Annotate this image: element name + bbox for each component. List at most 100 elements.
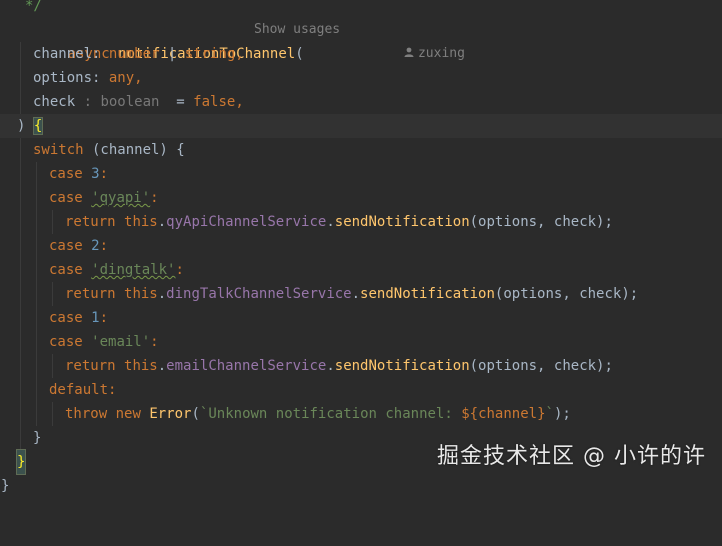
indent-guide	[20, 330, 21, 354]
code-line[interactable]: return this.emailChannelService.sendNoti…	[0, 354, 722, 378]
method-call[interactable]: sendNotification	[335, 358, 470, 374]
colon: :	[92, 70, 109, 86]
service-property[interactable]: qyApiChannelService	[166, 214, 326, 230]
code-line[interactable]: }	[0, 474, 722, 498]
indent-guide	[20, 162, 21, 186]
watermark: 掘金技术社区 @ 小许的许	[437, 444, 706, 469]
indent-guide	[36, 306, 37, 330]
param-check: check : boolean = false,	[33, 90, 244, 114]
indent-guide	[36, 354, 37, 378]
comma: ,	[134, 70, 143, 86]
default-keyword: default	[49, 382, 109, 398]
case-string: 'qyapi'	[91, 190, 151, 206]
code-line[interactable]: case 1:	[0, 306, 722, 330]
service-property[interactable]: dingTalkChannelService	[166, 286, 351, 302]
dot: .	[157, 286, 167, 302]
return-dingtalk: return this.dingTalkChannelService.sendN…	[65, 282, 638, 306]
case-keyword: case	[49, 166, 83, 182]
throw-keyword: throw	[65, 406, 108, 422]
code-line[interactable]: switch (channel) {	[0, 138, 722, 162]
dot: .	[351, 286, 361, 302]
type-string: string	[184, 46, 236, 62]
call-args: (options, check);	[494, 286, 639, 302]
code-line[interactable]: case 'dingtalk':	[0, 258, 722, 282]
switch-expr: (channel) {	[83, 142, 185, 158]
service-property[interactable]: emailChannelService	[166, 358, 326, 374]
indent-guide	[36, 282, 37, 306]
this-keyword: this	[124, 286, 158, 302]
case-number: 1	[91, 310, 100, 326]
case-1: case 1:	[49, 306, 108, 330]
dot: .	[326, 214, 335, 230]
code-line[interactable]: case 2:	[0, 234, 722, 258]
param-name: channel	[33, 46, 93, 62]
case-keyword: case	[49, 238, 83, 254]
comma: ,	[235, 46, 244, 62]
indent-guide	[20, 210, 21, 234]
case-string: 'dingtalk'	[91, 262, 176, 278]
code-line[interactable]: throw new Error(`Unknown notification ch…	[0, 402, 722, 426]
case-number: 3	[91, 166, 100, 182]
open-paren: (	[191, 406, 200, 422]
matched-brace-close[interactable]: }	[15, 449, 27, 475]
code-line[interactable]: */	[0, 0, 722, 18]
switch-statement: switch (channel) {	[33, 138, 185, 162]
colon: :	[92, 46, 109, 62]
throw-statement: throw new Error(`Unknown notification ch…	[65, 402, 571, 426]
code-line[interactable]: default:	[0, 378, 722, 402]
code-line[interactable]: case 'qyapi':	[0, 186, 722, 210]
indent-guide	[52, 282, 53, 306]
dot: .	[157, 358, 167, 374]
colon: :	[99, 238, 109, 254]
dot: .	[157, 214, 167, 230]
union-pipe: |	[159, 46, 185, 62]
code-line[interactable]: return this.qyApiChannelService.sendNoti…	[0, 210, 722, 234]
close-paren: );	[553, 406, 571, 422]
indent-guide	[20, 66, 21, 90]
indent-guide	[36, 402, 37, 426]
code-line[interactable]: channel: number | string,	[0, 42, 722, 66]
return-qyapi: return this.qyApiChannelService.sendNoti…	[65, 210, 613, 234]
type-number: number	[108, 46, 160, 62]
colon: :	[150, 334, 159, 350]
colon: :	[150, 190, 159, 206]
template-end: `	[545, 406, 554, 422]
colon: :	[108, 382, 117, 398]
code-line[interactable]: check : boolean = false,	[0, 90, 722, 114]
indent-guide	[20, 402, 21, 426]
indent-guide	[20, 426, 21, 450]
case-keyword: case	[49, 190, 83, 206]
equals: =	[167, 94, 194, 110]
switch-close-brace: }	[33, 430, 42, 446]
outer-close-brace: }	[1, 478, 10, 494]
method-call[interactable]: sendNotification	[335, 214, 470, 230]
indent-guide	[36, 186, 37, 210]
default-case: default:	[49, 378, 116, 402]
type-inlay-hint: : boolean	[75, 94, 168, 110]
code-line-current[interactable]: ) {	[0, 114, 722, 138]
default-false: false	[193, 94, 236, 110]
indent-guide	[20, 378, 21, 402]
indent-guide	[20, 354, 21, 378]
error-class[interactable]: Error	[149, 406, 191, 422]
case-2: case 2:	[49, 234, 108, 258]
indent-guide	[20, 90, 21, 114]
case-number: 2	[91, 238, 100, 254]
case-qyapi: case 'qyapi':	[49, 186, 159, 210]
code-line[interactable]: async notificationToChannel( Show usages…	[0, 18, 722, 62]
case-keyword: case	[49, 310, 83, 326]
return-keyword: return	[65, 214, 116, 230]
matched-brace-open[interactable]: {	[32, 117, 44, 135]
code-line[interactable]: options: any,	[0, 66, 722, 90]
code-editor[interactable]: */ async notificationToChannel( Show usa…	[0, 0, 722, 494]
show-usages-hint[interactable]: Show usages	[254, 18, 340, 42]
code-line[interactable]: case 3:	[0, 162, 722, 186]
call-args: (options, check);	[469, 214, 613, 230]
code-line[interactable]: return this.dingTalkChannelService.sendN…	[0, 282, 722, 306]
indent-guide	[20, 306, 21, 330]
colon: :	[175, 262, 184, 278]
method-call[interactable]: sendNotification	[360, 286, 495, 302]
template-interpolation: ${channel}	[461, 406, 546, 422]
case-keyword: case	[49, 334, 83, 350]
code-line[interactable]: case 'email':	[0, 330, 722, 354]
